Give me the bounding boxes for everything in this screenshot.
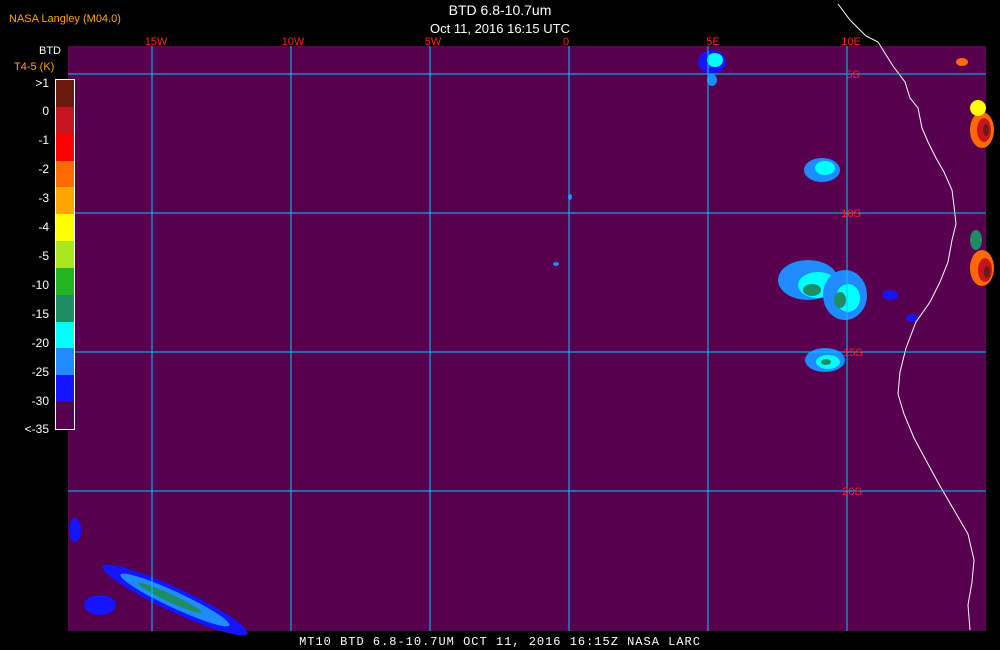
lon-label: 10W — [282, 36, 305, 48]
lon-label: 5E — [706, 36, 719, 48]
cloud-blob — [707, 53, 723, 67]
cloud-blob — [970, 100, 986, 116]
cloud-blob — [69, 518, 81, 542]
legend-label: -4 — [38, 220, 49, 234]
legend-label: -20 — [31, 336, 49, 350]
cloud-blob — [553, 262, 559, 266]
legend-swatch — [56, 375, 74, 403]
lon-label: 0 — [563, 36, 569, 48]
legend-swatch — [56, 321, 74, 349]
cloud-blob — [984, 266, 990, 278]
cloud-blob — [803, 284, 821, 296]
legend-swatch — [56, 402, 74, 429]
legend-label: -30 — [31, 394, 49, 408]
lat-label: 10S — [841, 208, 861, 220]
map-background — [68, 46, 986, 631]
lon-label: 15W — [145, 36, 168, 48]
legend-label: -3 — [38, 191, 49, 205]
legend-label: <-35 — [24, 422, 49, 436]
footer-caption: MT10 BTD 6.8-10.7UM OCT 11, 2016 16:15Z … — [299, 635, 701, 649]
image-timestamp: Oct 11, 2016 16:15 UTC — [430, 21, 570, 36]
legend-swatch — [56, 133, 74, 161]
legend-title: BTD — [39, 45, 61, 57]
lon-label: 5W — [425, 36, 442, 48]
cloud-blob — [84, 595, 116, 615]
legend-label: -5 — [38, 249, 49, 263]
satellite-map: 15W 10W 5W 0 5E 10E 5S 10S 15S 20S — [68, 3, 994, 636]
legend-swatch — [56, 187, 74, 215]
legend-label: -15 — [31, 307, 49, 321]
legend-label: -10 — [31, 278, 49, 292]
lat-label: 15S — [843, 347, 863, 359]
legend-label: >1 — [35, 76, 49, 90]
lat-label: 20S — [842, 486, 862, 498]
cloud-blob — [906, 314, 918, 322]
legend-swatch — [56, 80, 74, 107]
legend-units: T4-5 (K) — [14, 61, 55, 73]
image-title: BTD 6.8-10.7um — [448, 2, 552, 18]
cloud-blob — [821, 359, 831, 365]
legend-swatch — [56, 241, 74, 268]
lat-label: 5S — [846, 69, 859, 81]
cloud-blob — [983, 124, 989, 136]
cloud-blob — [815, 161, 835, 175]
cloud-blob — [834, 292, 846, 308]
legend-swatch — [56, 294, 74, 322]
legend-swatch — [56, 267, 74, 295]
legend-label: -25 — [31, 365, 49, 379]
legend-swatch — [56, 106, 74, 134]
legend-swatch — [56, 160, 74, 188]
legend-swatch — [56, 348, 74, 376]
lon-label: 10E — [841, 36, 861, 48]
legend-label: -1 — [38, 133, 49, 147]
cloud-blob — [970, 230, 982, 250]
legend-label: -2 — [38, 162, 49, 176]
legend-label: 0 — [42, 104, 49, 118]
cloud-blob — [956, 58, 968, 66]
cloud-blob — [882, 290, 898, 300]
legend-colorbar — [55, 79, 75, 430]
legend-swatch — [56, 214, 74, 242]
